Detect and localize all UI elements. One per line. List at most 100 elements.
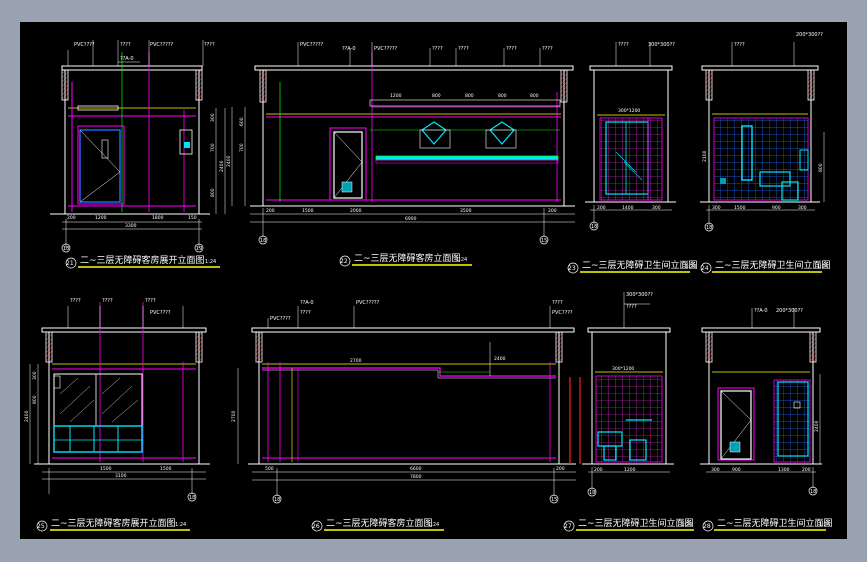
bed (53, 425, 143, 453)
view-title: 二~三层无障碍客房展开立面图 (51, 517, 176, 529)
view-number: 24 (701, 265, 709, 272)
dimension: 1500 (302, 208, 314, 214)
view-28: 18 ??A-0 200*300?? 300 900 1300 200 2400… (700, 308, 833, 532)
grid-label: 18 (591, 224, 597, 230)
view-number: 21 (66, 260, 74, 267)
dimension: 1500 (734, 205, 746, 211)
material-label: PVC???? (552, 310, 573, 316)
view-title: 二~三层无障碍卫生间立面图 (582, 259, 698, 271)
view-27: 18 300*300?? ???? 300*1200 200 1200 27 二… (563, 292, 694, 532)
view-24: 18 ???? 200*300?? 300 1500 900 300 2100 … (700, 32, 831, 274)
material-label: ??A-0 (342, 46, 356, 52)
view-number: 26 (312, 523, 320, 530)
dimension: 2400 (494, 356, 506, 362)
view-26: 18 15 PVC???? ??A-0 ???? PVC????? ???? P… (231, 300, 576, 532)
dimension: 300*1200 (618, 108, 640, 114)
view-title: 二~三层无障碍卫生间立面图 (717, 517, 833, 529)
grid-label: 18 (810, 489, 816, 495)
dimension: 800 (210, 188, 216, 197)
view-title: 二~三层无障碍客房立面图 (326, 517, 433, 529)
view-scale: 1:24 (456, 257, 467, 263)
dimension: 2400 (226, 155, 232, 167)
material-label: ???? (102, 298, 113, 304)
view-scale: 1:24 (685, 264, 696, 270)
material-label: 300*300?? (648, 42, 675, 48)
material-label: ???? (300, 310, 311, 316)
view-title: 二~三层无障碍卫生间立面图 (578, 517, 694, 529)
material-label: ???? (626, 304, 637, 310)
dimension: 1300 (778, 467, 790, 473)
view-scale: 1:24 (817, 264, 828, 270)
grid-label: 19 (196, 246, 202, 252)
dimension: 900 (772, 205, 781, 211)
ceiling-slab (701, 327, 821, 333)
dimension: 2400 (814, 420, 820, 432)
tiled-wall (599, 117, 649, 201)
material-label: ???? (618, 42, 629, 48)
dimension: 300 (652, 205, 661, 211)
dimension: 200 (67, 215, 76, 221)
view-21: 18 19 PVC???? ???? PVC????? ???? ??A-0 2… (50, 40, 226, 269)
glass-hatch (59, 377, 139, 423)
view-number: 27 (564, 523, 572, 530)
material-label: PVC????? (374, 46, 398, 52)
elevation-drawings: 18 19 PVC???? ???? PVC????? ???? ??A-0 2… (24, 32, 833, 532)
dimension: 1500 (160, 466, 172, 472)
dimension: 700 (239, 143, 245, 152)
grid-label: 15 (551, 497, 557, 503)
view-title: 二~三层无障碍客房立面图 (354, 252, 461, 264)
dimension: 1200 (624, 467, 636, 473)
ceiling-slab (254, 65, 574, 71)
dimension-total: 3100 (115, 473, 127, 479)
dimension: 1200 (390, 93, 402, 99)
dimension: 500 (265, 466, 274, 472)
grid-label: 18 (260, 238, 266, 244)
material-label: ??A-0 (754, 308, 768, 314)
dimension: 2100 (702, 150, 708, 162)
dimension-total: 6900 (405, 216, 417, 222)
dimension: 1200 (95, 215, 107, 221)
ceiling-drop (262, 367, 556, 377)
material-label: PVC???? (270, 316, 291, 322)
dimension: 200 (556, 466, 565, 472)
material-label: ??A-0 (120, 56, 134, 62)
dimension: 300 (712, 205, 721, 211)
view-25: 18 ???? ???? ???? PVC???? 1500 1500 3100… (24, 298, 210, 532)
drawing-canvas[interactable]: 18 19 PVC???? ???? PVC????? ???? ??A-0 2… (20, 22, 847, 539)
dimension: 200 (597, 205, 606, 211)
dimension: 3500 (460, 208, 472, 214)
view-number: 28 (703, 523, 711, 530)
dimension-total: 7800 (410, 474, 422, 480)
door-frame (77, 125, 125, 205)
view-23: 18 ???? 300*300?? 300*1200 200 1400 300 … (567, 42, 698, 274)
dimension: 800 (432, 93, 441, 99)
material-label: ???? (542, 46, 553, 52)
material-label: ??A-0 (300, 300, 314, 306)
dimension: 300 (32, 371, 38, 380)
material-label: PVC????? (150, 42, 174, 48)
dimension: 150 (188, 215, 197, 221)
dimension: 300 (711, 467, 720, 473)
dimension: 300*1200 (612, 366, 634, 372)
grid-label: 15 (541, 238, 547, 244)
grid-label: 18 (63, 246, 69, 252)
material-label: 300*300?? (626, 292, 653, 298)
material-label: PVC???? (150, 310, 171, 316)
material-label: 200*300?? (796, 32, 823, 38)
view-scale: 1:24 (681, 522, 692, 528)
dimension: 1400 (622, 205, 634, 211)
dimension: 200 (802, 467, 811, 473)
ceiling-slab (701, 65, 819, 71)
material-label: ???? (204, 42, 215, 48)
view-title: 二~三层无障碍卫生间立面图 (715, 259, 831, 271)
dimension: 900 (732, 467, 741, 473)
ceiling-slab (61, 65, 203, 71)
dimension: 700 (210, 143, 216, 152)
material-label: ???? (120, 42, 131, 48)
material-label: PVC????? (356, 300, 380, 306)
ceiling-slab (41, 327, 207, 333)
material-label: ???? (432, 46, 443, 52)
view-number: 22 (340, 258, 348, 265)
window-frame (53, 373, 143, 427)
view-22: 18 15 PVC????? ??A-0 PVC????? ???? ???? … (226, 42, 575, 267)
